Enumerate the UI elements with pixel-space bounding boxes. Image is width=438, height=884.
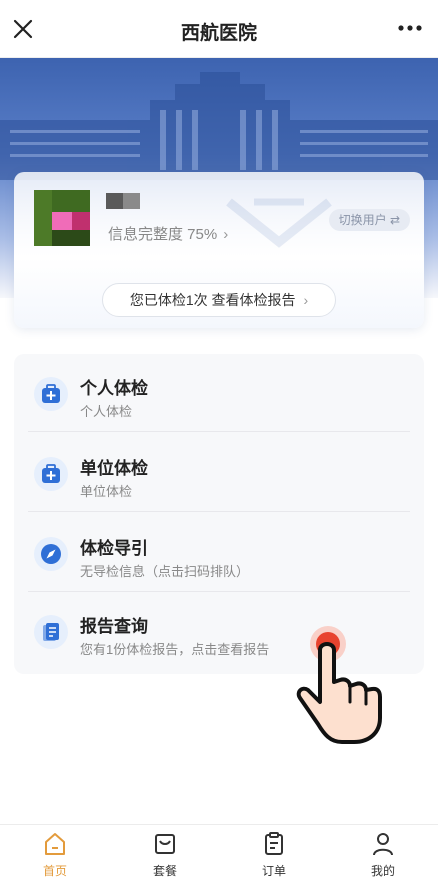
menu-item-subtitle: 您有1份体检报告，点击查看报告 [80,642,270,657]
tab-orders[interactable]: 订单 [219,825,329,884]
bottom-tab-bar: 首页 套餐 订单 我的 [0,824,438,884]
menu-item-subtitle: 无导检信息（点击扫码排队） [80,564,250,579]
tab-label: 首页 [42,864,67,878]
tab-profile[interactable]: 我的 [328,825,438,884]
medical-kit-icon [34,457,68,491]
profile-card: 信息完整度 75% › 切换用户 ⇄ 您已体检1次 查看体检报告 › [14,172,424,328]
tap-hand-pointer-icon [296,626,382,744]
report-clipboard-icon [34,615,68,649]
menu-item-title: 报告查询 [80,617,148,636]
tab-home[interactable]: 首页 [0,825,110,884]
compass-icon [34,537,68,571]
hospital-logo-watermark [226,198,332,248]
menu-item-title: 体检导引 [80,539,148,558]
menu-item-exam-guide[interactable]: 体检导引 无导检信息（点击扫码排队） [14,514,424,592]
order-clipboard-icon [265,832,283,855]
tab-label: 订单 [261,864,286,878]
avatar[interactable] [34,190,90,246]
exam-summary-text: 您已体检1次 查看体检报告 [129,292,296,308]
tab-package[interactable]: 套餐 [110,825,220,884]
package-icon [155,834,175,854]
tab-label: 我的 [370,864,395,878]
menu-item-subtitle: 个人体检 [80,404,133,419]
top-bar: 西航医院 [0,0,438,58]
user-icon [373,833,393,856]
profile-completion[interactable]: 信息完整度 75% › [108,223,228,244]
more-dots-icon[interactable] [396,18,424,38]
exam-report-link[interactable]: 您已体检1次 查看体检报告 › [102,283,336,317]
menu-item-personal-exam[interactable]: 个人体检 个人体检 [14,354,424,432]
menu-item-title: 个人体检 [80,379,148,398]
tab-label: 套餐 [152,864,177,878]
user-name-masked [106,193,140,209]
chevron-right-icon: › [303,292,309,308]
switch-user-button[interactable]: 切换用户 ⇄ [328,209,410,231]
page-title: 西航医院 [180,23,257,44]
menu-item-title: 单位体检 [80,459,148,478]
home-icon [45,833,65,855]
menu-item-subtitle: 单位体检 [80,484,133,499]
chevron-right-icon: › [223,226,229,243]
divider [28,431,410,432]
divider [28,511,410,512]
medical-kit-icon [34,377,68,411]
profile-completion-text: 信息完整度 75% [108,226,218,243]
menu-item-company-exam[interactable]: 单位体检 单位体检 [14,434,424,512]
